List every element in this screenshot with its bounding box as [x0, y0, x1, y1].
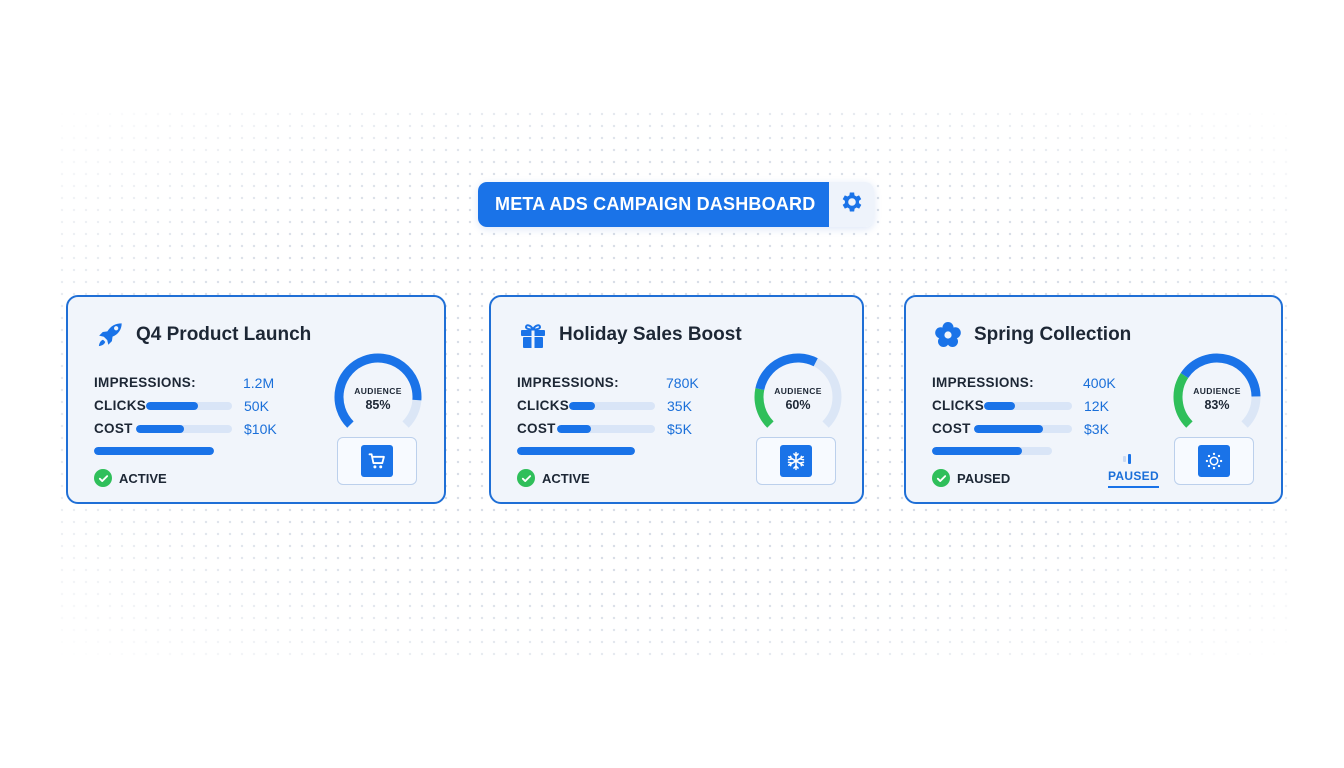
audience-gauge: AUDIENCE 60% [750, 349, 846, 445]
clicks-label: CLICKS [932, 398, 985, 413]
clicks-bar [146, 402, 232, 410]
cost-bar [136, 425, 232, 433]
shopping-cart-icon [361, 445, 393, 477]
check-icon [517, 469, 535, 487]
cost-bar [974, 425, 1072, 433]
dashboard-header: META ADS CAMPAIGN DASHBOARD [478, 182, 875, 227]
impressions-label: IMPRESSIONS: [94, 375, 196, 390]
campaign-header: Holiday Sales Boost [515, 317, 742, 353]
audience-label: AUDIENCE [1193, 386, 1241, 396]
impressions-value: 780K [666, 375, 699, 391]
budget-bar [932, 447, 1052, 455]
settings-button[interactable] [829, 182, 875, 227]
budget-bar [517, 447, 635, 455]
clicks-bar-fill [984, 402, 1015, 410]
clicks-value: 50K [244, 398, 269, 414]
impressions-label: IMPRESSIONS: [932, 375, 1034, 390]
status-badge: ACTIVE [94, 469, 167, 487]
flower-icon [930, 317, 966, 353]
audience-value: 85% [365, 398, 391, 413]
cost-bar-fill [136, 425, 184, 433]
sun-action-button[interactable] [1174, 437, 1254, 485]
audience-value: 60% [785, 398, 811, 413]
audience-readout: AUDIENCE 60% [750, 386, 846, 413]
clicks-bar-fill [569, 402, 595, 410]
impressions-value: 400K [1083, 375, 1116, 391]
status-badge: ACTIVE [517, 469, 590, 487]
status-text: PAUSED [957, 470, 1011, 486]
impressions-label: IMPRESSIONS: [517, 375, 619, 390]
campaign-name: Holiday Sales Boost [559, 324, 742, 345]
audience-label: AUDIENCE [354, 386, 402, 396]
cost-bar-fill [557, 425, 592, 433]
cost-value: $3K [1084, 421, 1109, 437]
cost-label: COST [932, 421, 971, 436]
cost-label: COST [94, 421, 133, 436]
impressions-value: 1.2M [243, 375, 275, 391]
campaign-card-holiday-sales-boost[interactable]: Holiday Sales Boost IMPRESSIONS: 780K CL… [489, 295, 864, 504]
dashboard-canvas: META ADS CAMPAIGN DASHBOARD Q4 Product L… [0, 0, 1344, 768]
campaign-header: Spring Collection [930, 317, 1131, 353]
budget-bar-fill [932, 447, 1022, 455]
audience-value: 83% [1204, 398, 1230, 413]
pause-indicator-icon [1123, 454, 1131, 464]
clicks-value: 12K [1084, 398, 1109, 414]
audience-readout: AUDIENCE 83% [1169, 386, 1265, 413]
clicks-value: 35K [667, 398, 692, 414]
budget-bar [94, 447, 214, 455]
audience-readout: AUDIENCE 85% [330, 386, 426, 413]
campaign-name: Spring Collection [974, 324, 1132, 345]
clicks-label: CLICKS [517, 398, 570, 413]
campaign-name: Q4 Product Launch [136, 324, 312, 345]
cost-bar-fill [974, 425, 1043, 433]
clicks-bar [569, 402, 655, 410]
paused-tab[interactable]: PAUSED [1108, 469, 1159, 488]
gear-icon [839, 189, 865, 220]
snowflake-action-button[interactable] [756, 437, 836, 485]
dashboard-title-button[interactable]: META ADS CAMPAIGN DASHBOARD [478, 182, 830, 227]
clicks-label: CLICKS [94, 398, 147, 413]
check-icon [932, 469, 950, 487]
status-badge: PAUSED [932, 469, 1010, 487]
rocket-icon [92, 317, 128, 353]
campaign-card-spring-collection[interactable]: Spring Collection IMPRESSIONS: 400K CLIC… [904, 295, 1283, 504]
cost-bar [557, 425, 655, 433]
cart-action-button[interactable] [337, 437, 417, 485]
snowflake-icon [780, 445, 812, 477]
audience-gauge: AUDIENCE 83% [1169, 349, 1265, 445]
clicks-bar [984, 402, 1072, 410]
gauge-fill [755, 353, 818, 391]
budget-bar-fill [94, 447, 214, 455]
clicks-bar-fill [146, 402, 198, 410]
check-icon [94, 469, 112, 487]
budget-bar-fill [517, 447, 635, 455]
campaign-header: Q4 Product Launch [92, 317, 311, 353]
campaign-card-q4-product-launch[interactable]: Q4 Product Launch IMPRESSIONS: 1.2M CLIC… [66, 295, 446, 504]
cost-value: $10K [244, 421, 277, 437]
audience-gauge: AUDIENCE 85% [330, 349, 426, 445]
cost-value: $5K [667, 421, 692, 437]
audience-label: AUDIENCE [774, 386, 822, 396]
gift-icon [515, 317, 551, 353]
cost-label: COST [517, 421, 556, 436]
status-text: ACTIVE [542, 470, 590, 486]
sun-icon [1198, 445, 1230, 477]
status-text: ACTIVE [119, 470, 167, 486]
